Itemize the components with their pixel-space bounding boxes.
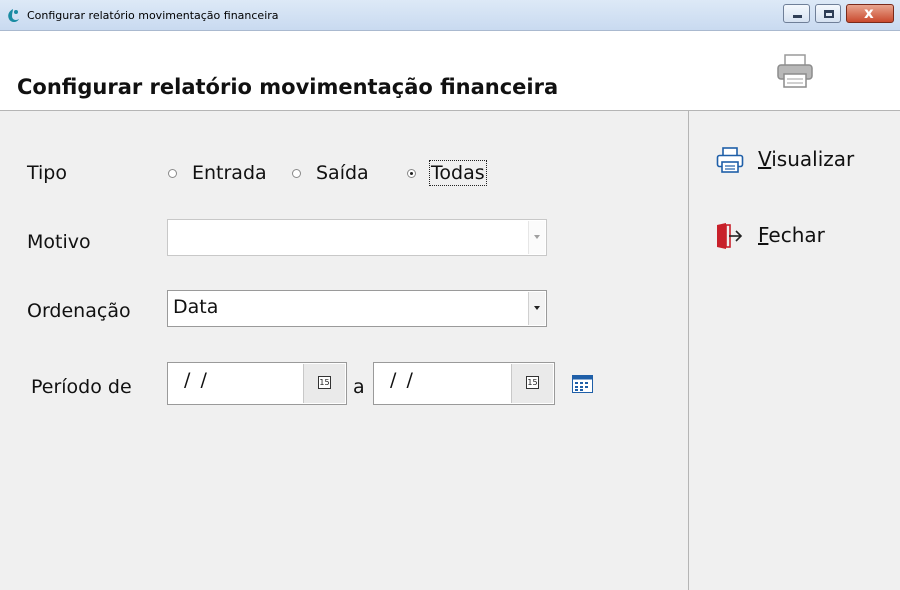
motivo-select[interactable] (167, 219, 547, 256)
visualizar-label: Visualizar (758, 147, 854, 171)
radio-todas-dot[interactable] (407, 169, 416, 178)
fechar-label: Fechar (758, 223, 825, 247)
end-calendar-button[interactable]: 15 (511, 364, 553, 403)
panel-divider (688, 111, 689, 590)
chevron-down-icon (534, 235, 540, 239)
periodo-start-date[interactable]: / / 15 (167, 362, 347, 405)
exit-door-icon (717, 223, 743, 249)
visualizar-button[interactable]: Visualizar (716, 145, 876, 175)
ordenacao-select[interactable]: Data (167, 290, 547, 327)
header-panel: Configurar relatório movimentação financ… (0, 31, 900, 111)
close-button[interactable]: x (846, 4, 894, 23)
calendar-icon: 15 (526, 376, 539, 389)
motivo-dropdown-button[interactable] (528, 221, 545, 254)
tipo-label: Tipo (27, 162, 67, 184)
page-title: Configurar relatório movimentação financ… (17, 75, 559, 99)
motivo-label: Motivo (27, 231, 91, 253)
maximize-button[interactable] (815, 4, 841, 23)
visualizar-text: isualizar (771, 147, 855, 171)
periodo-start-value[interactable]: / / (184, 369, 209, 391)
visualizar-accel: V (758, 147, 772, 171)
ordenacao-label: Ordenação (27, 300, 131, 322)
printer-icon[interactable] (776, 53, 814, 89)
radio-entrada-label[interactable]: Entrada (192, 162, 267, 184)
periodo-end-date[interactable]: / / 15 (373, 362, 555, 405)
minimize-button[interactable] (783, 4, 810, 23)
periodo-separator: a (353, 376, 365, 398)
start-calendar-button[interactable]: 15 (303, 364, 345, 403)
periodo-label: Período de (31, 376, 132, 398)
radio-saida-dot[interactable] (292, 169, 301, 178)
radio-saida-label[interactable]: Saída (316, 162, 369, 184)
app-icon (8, 9, 19, 22)
fechar-button[interactable]: Fechar (716, 221, 876, 251)
calendar-icon: 15 (318, 376, 331, 389)
periodo-end-value[interactable]: / / (390, 369, 415, 391)
ordenacao-value: Data (173, 296, 219, 318)
fechar-text: echar (768, 223, 825, 247)
window-title: Configurar relatório movimentação financ… (27, 9, 279, 22)
printer-icon (716, 147, 744, 173)
close-icon: x (864, 4, 874, 22)
radio-todas-label[interactable]: Todas (429, 160, 487, 186)
maximize-icon (824, 10, 834, 18)
date-range-calendar-icon[interactable] (572, 375, 593, 393)
chevron-down-icon (534, 306, 540, 310)
fechar-accel: F (758, 223, 769, 247)
window-titlebar: Configurar relatório movimentação financ… (0, 0, 900, 31)
minimize-icon (793, 15, 802, 18)
ordenacao-dropdown-button[interactable] (528, 292, 545, 325)
radio-entrada-dot[interactable] (168, 169, 177, 178)
